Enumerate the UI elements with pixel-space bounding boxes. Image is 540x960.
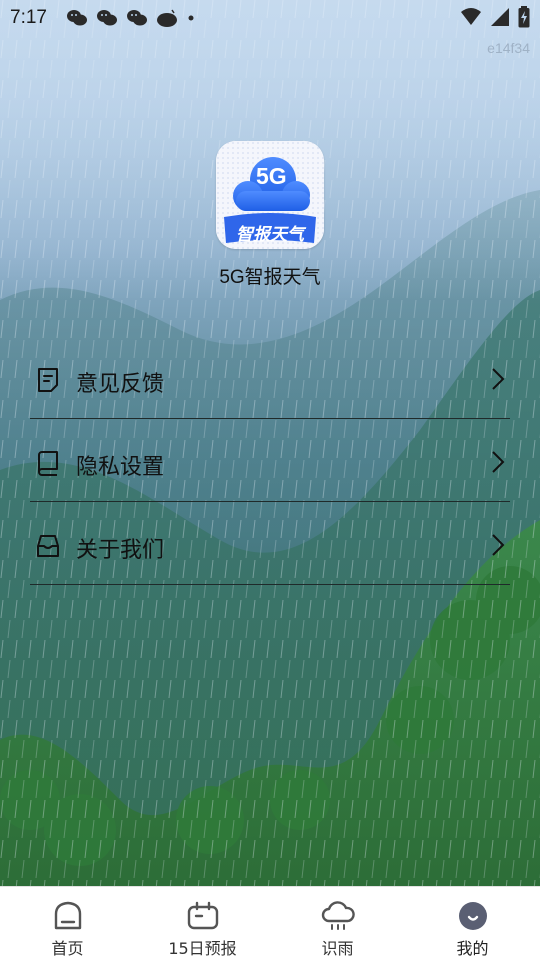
system-icons <box>460 6 530 28</box>
logo-text-cn: 智报天气 <box>236 225 304 245</box>
nav-label-home: 首页 <box>51 939 84 958</box>
menu-item-feedback[interactable]: 意见反馈 <box>30 336 510 419</box>
chevron-right-icon <box>492 368 505 390</box>
feedback-note-icon <box>38 368 58 392</box>
chevron-right-icon <box>492 451 505 473</box>
privacy-book-icon <box>38 451 58 476</box>
bottom-navigation: 首页 15日预报 识雨 我的 <box>0 886 540 960</box>
calendar-forecast-icon <box>187 901 218 930</box>
nav-item-mine[interactable]: 我的 <box>405 887 540 960</box>
battery-charging-icon <box>518 6 530 28</box>
build-tag: e14f34 <box>487 40 530 56</box>
weather-cloud-icon <box>157 9 177 27</box>
app-logo: 5G 智报天气 <box>216 141 324 249</box>
profile-icon <box>458 902 487 930</box>
wechat-icon <box>127 10 147 26</box>
menu-item-label: 意见反馈 <box>76 372 165 397</box>
nav-label-forecast: 15日预报 <box>168 939 237 958</box>
wechat-icon <box>67 10 87 26</box>
menu-item-privacy[interactable]: 隐私设置 <box>30 419 510 502</box>
app-name: 5G智报天气 <box>219 267 321 288</box>
profile-screen: 7:17 e14f34 5G 智报天气 5G智报天气 意见反馈 隐私设置 关于我… <box>0 0 540 960</box>
home-icon <box>54 901 81 930</box>
nav-item-home[interactable]: 首页 <box>0 887 135 960</box>
notification-icons <box>66 8 196 28</box>
menu-item-about[interactable]: 关于我们 <box>30 502 510 585</box>
rain-cloud-icon <box>321 901 355 930</box>
status-bar: 7:17 <box>0 0 540 38</box>
menu-item-label: 关于我们 <box>76 538 165 563</box>
status-time: 7:17 <box>10 7 47 28</box>
wechat-icon <box>97 10 117 26</box>
nav-item-rain[interactable]: 识雨 <box>270 887 405 960</box>
settings-menu: 意见反馈 隐私设置 关于我们 <box>30 336 510 585</box>
nav-label-mine: 我的 <box>456 939 489 958</box>
dot-icon <box>188 15 194 21</box>
wifi-icon <box>461 8 481 25</box>
logo-text-5g: 5G <box>256 163 287 189</box>
cell-signal-icon <box>491 8 509 26</box>
menu-item-label: 隐私设置 <box>76 455 165 480</box>
chevron-right-icon <box>492 534 505 556</box>
about-box-icon <box>37 535 59 557</box>
nav-label-rain: 识雨 <box>321 939 354 958</box>
nav-item-forecast[interactable]: 15日预报 <box>135 887 270 960</box>
